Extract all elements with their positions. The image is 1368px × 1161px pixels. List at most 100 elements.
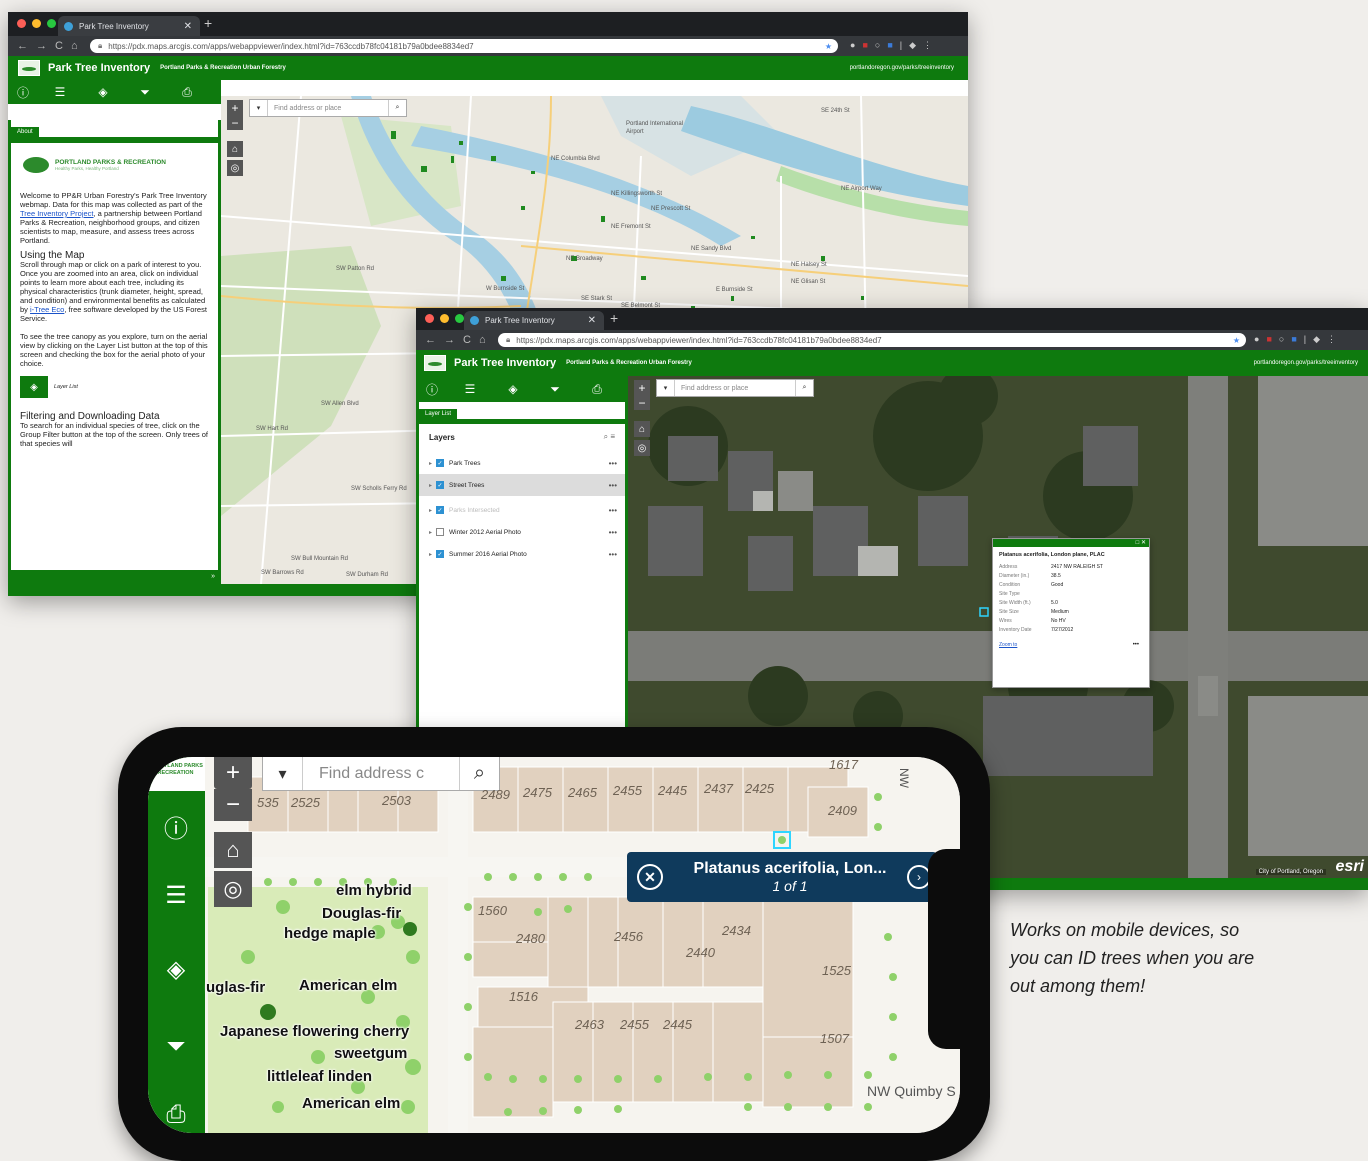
address-label: 2475 (523, 785, 552, 800)
about-tab[interactable]: About (11, 127, 39, 137)
zoom-in-button[interactable]: + (227, 100, 243, 116)
close-window-dot[interactable] (425, 314, 434, 323)
layer-item-street-trees[interactable]: ▸ ✓ Street Trees ••• (419, 474, 625, 496)
zoom-out-button[interactable]: − (634, 396, 650, 410)
print-icon[interactable]: ⎙ (166, 85, 208, 100)
zoom-to-link[interactable]: Zoom to (993, 634, 1023, 650)
search-icon[interactable]: ⌕ (795, 380, 813, 396)
layer-list-icon[interactable]: ☰ (38, 85, 82, 99)
layer-options-icon[interactable]: ••• (609, 528, 617, 537)
layer-list-icon[interactable]: ☰ (158, 881, 194, 910)
popup-maximize-icon[interactable]: □ (1136, 540, 1140, 546)
print-icon[interactable]: ⎙ (576, 382, 618, 397)
layer-item-summer-aerial[interactable]: ▸ ✓ Summer 2016 Aerial Photo ••• (419, 543, 625, 565)
zoom-out-button[interactable]: − (214, 789, 252, 821)
extension-icons[interactable]: ● ■ ○ ■ | ◆ ⋮ (1254, 334, 1336, 345)
zoom-in-button[interactable]: + (634, 380, 650, 396)
close-window-dot[interactable] (17, 19, 26, 28)
forward-icon[interactable]: → (444, 334, 455, 346)
popup-close-icon[interactable]: ✕ (1141, 540, 1146, 546)
extension-icons[interactable]: ● ■ ○ ■ | ◆ ⋮ (850, 40, 932, 51)
app-link[interactable]: portlandoregon.gov/parks/treeinventory (1254, 360, 1358, 366)
browser-tab[interactable]: Park Tree Inventory ✕ (58, 16, 200, 36)
layer-list-tab[interactable]: Layer List (419, 409, 458, 419)
tree-label: uglas-fir (206, 979, 266, 996)
address-bar[interactable]: 🔒︎ https://pdx.maps.arcgis.com/apps/weba… (90, 39, 838, 53)
popup-more-icon[interactable]: ••• (1133, 642, 1139, 648)
group-filter-icon[interactable]: ⏷ (534, 382, 576, 397)
tree-inventory-link[interactable]: Tree Inventory Project (20, 209, 94, 218)
about-icon[interactable]: ⓘ (158, 809, 194, 844)
map-label: SW Durham Rd (346, 572, 389, 578)
locate-button[interactable]: ◎ (227, 160, 243, 176)
layer-item-winter-aerial[interactable]: ▸ Winter 2012 Aerial Photo ••• (419, 521, 625, 543)
zoom-out-button[interactable]: − (227, 116, 243, 130)
address-label: 1617 (829, 757, 858, 772)
layer-search-icon[interactable]: ⌕ ≡ (604, 432, 615, 442)
about-icon[interactable]: ⓘ (416, 381, 448, 398)
layer-checkbox[interactable]: ✓ (436, 506, 445, 514)
new-tab-icon[interactable]: + (204, 15, 212, 31)
search-input[interactable]: Find address or place (675, 385, 795, 392)
layer-checkbox[interactable] (436, 528, 445, 536)
close-tab-icon[interactable]: ✕ (588, 315, 596, 326)
search-source-dropdown[interactable]: ▾ (657, 380, 675, 396)
browser-tab[interactable]: Park Tree Inventory ✕ (464, 311, 604, 330)
basemap-icon[interactable]: ◈ (492, 382, 534, 396)
layer-options-icon[interactable]: ••• (609, 459, 617, 468)
layer-item-park-trees[interactable]: ▸ ✓ Park Trees ••• (419, 452, 625, 474)
map-label: NE Sandy Blvd (691, 246, 732, 252)
search-source-dropdown[interactable]: ▾ (250, 100, 268, 116)
basemap-icon[interactable]: ◈ (158, 955, 194, 984)
new-tab-icon[interactable]: + (610, 310, 618, 326)
popup-row: Site Type (999, 590, 1020, 597)
map-label: NE Fremont St (611, 224, 651, 230)
itree-link[interactable]: i-Tree Eco (30, 305, 64, 314)
forward-icon[interactable]: → (36, 40, 47, 52)
home-icon[interactable]: ⌂ (71, 40, 78, 52)
reload-icon[interactable]: C (55, 40, 63, 52)
close-tab-icon[interactable]: ✕ (184, 21, 192, 32)
scroll-indicator[interactable]: » (8, 570, 221, 584)
layer-options-icon[interactable]: ••• (609, 550, 617, 559)
popup-close-icon[interactable]: ✕ (637, 864, 663, 890)
zoom-window-dot[interactable] (455, 314, 464, 323)
home-map-button[interactable]: ⌂ (227, 141, 243, 157)
using-map-text: Scroll through map or click on a park of… (20, 260, 207, 323)
group-filter-icon[interactable]: ⏷ (124, 85, 166, 100)
back-icon[interactable]: ← (425, 334, 436, 346)
locate-button[interactable]: ◎ (214, 871, 252, 907)
search-input[interactable]: Find address or place (268, 105, 388, 112)
bookmark-star-icon[interactable]: ★ (1233, 336, 1240, 345)
search-icon[interactable]: ⌕ (459, 757, 499, 790)
bookmark-star-icon[interactable]: ★ (825, 42, 832, 51)
locate-button[interactable]: ◎ (634, 440, 650, 456)
search-input[interactable]: Find address c (303, 765, 459, 783)
layer-checkbox[interactable]: ✓ (436, 550, 445, 558)
address-bar[interactable]: 🔒︎ https://pdx.maps.arcgis.com/apps/weba… (498, 333, 1246, 347)
layer-options-icon[interactable]: ••• (609, 506, 617, 515)
minimize-window-dot[interactable] (32, 19, 41, 28)
home-icon[interactable]: ⌂ (479, 334, 486, 346)
print-icon[interactable]: ⎙ (158, 1101, 194, 1129)
basemap-icon[interactable]: ◈ (82, 85, 124, 99)
phone-feature-popup[interactable]: ✕ Platanus acerifolia, Lon... 1 of 1 › (627, 852, 937, 902)
layer-item-parks-intersected[interactable]: ▸ ✓ Parks Intersected ••• (419, 499, 625, 521)
minimize-window-dot[interactable] (440, 314, 449, 323)
about-icon[interactable]: ⓘ (8, 84, 38, 101)
search-icon[interactable]: ⌕ (388, 100, 406, 116)
search-source-dropdown[interactable]: ▾ (263, 757, 303, 790)
layer-checkbox[interactable]: ✓ (436, 481, 445, 489)
back-icon[interactable]: ← (17, 40, 28, 52)
home-map-button[interactable]: ⌂ (214, 832, 252, 868)
layer-list-button[interactable]: ◈ (20, 376, 48, 398)
zoom-window-dot[interactable] (47, 19, 56, 28)
app-link[interactable]: portlandoregon.gov/parks/treeinventory (850, 65, 954, 71)
layer-list-icon[interactable]: ☰ (448, 382, 492, 396)
zoom-in-button[interactable]: + (214, 757, 252, 789)
group-filter-icon[interactable]: ⏷ (158, 1033, 194, 1061)
layer-checkbox[interactable]: ✓ (436, 459, 445, 467)
home-map-button[interactable]: ⌂ (634, 421, 650, 437)
reload-icon[interactable]: C (463, 334, 471, 346)
layer-options-icon[interactable]: ••• (609, 481, 617, 490)
